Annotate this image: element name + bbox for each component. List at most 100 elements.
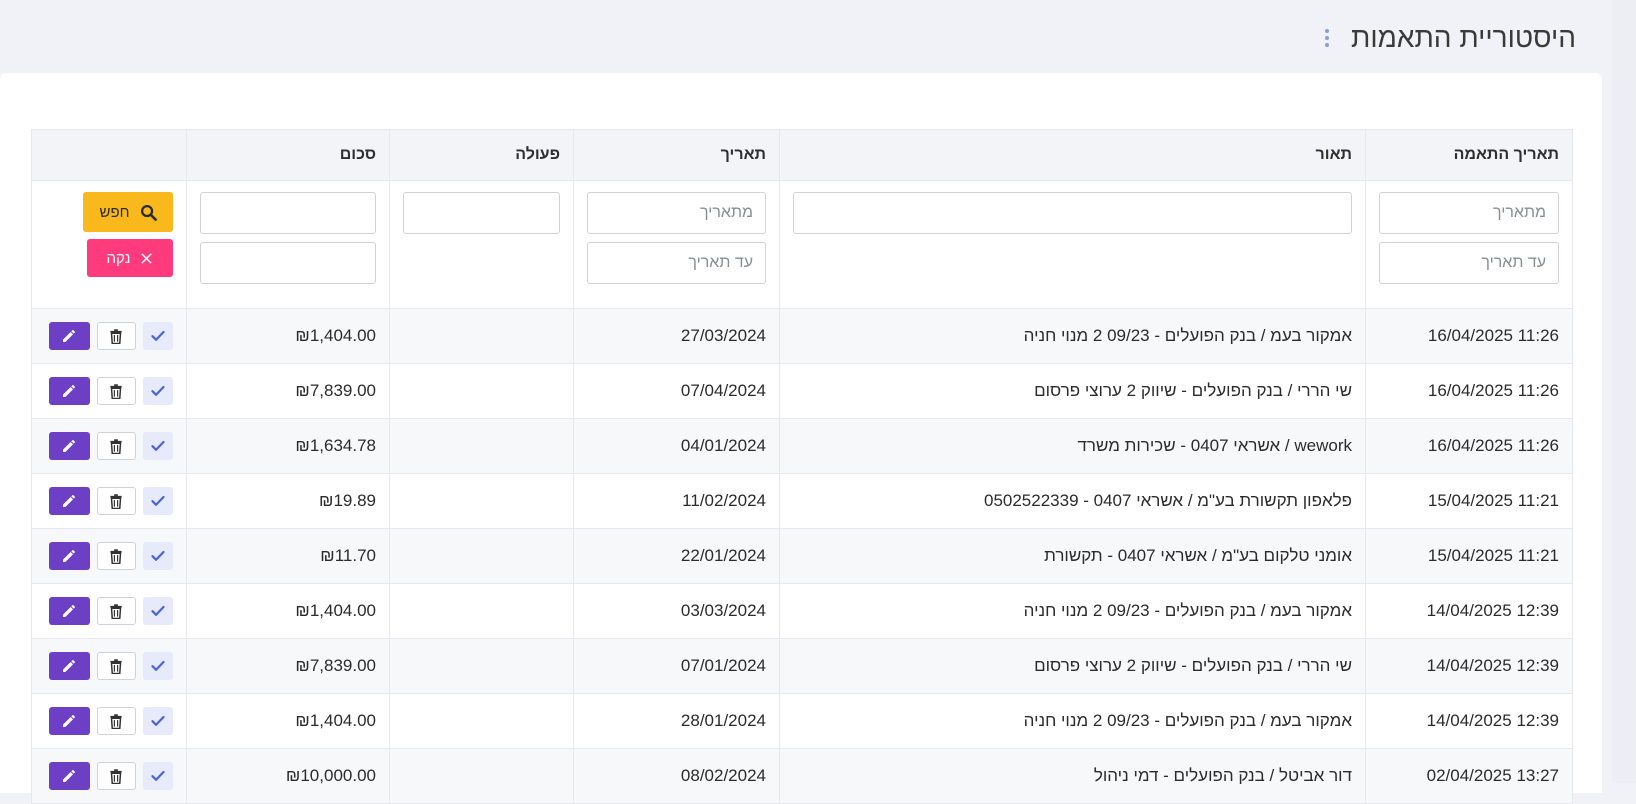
table-row[interactable]: 12:39 14/04/2025 אמקור בעמ / בנק הפועלים…: [31, 693, 1573, 749]
confirm-button[interactable]: [143, 652, 173, 680]
table-row[interactable]: 11:26 16/04/2025 wework / אשראי 0407 - ש…: [31, 418, 1573, 474]
delete-button[interactable]: [96, 597, 137, 625]
trash-icon: [110, 658, 123, 674]
edit-button[interactable]: [49, 542, 90, 570]
confirm-button[interactable]: [143, 432, 173, 460]
edit-button[interactable]: [49, 432, 90, 460]
cell-row-actions: [31, 528, 187, 584]
amount-to-input[interactable]: [200, 242, 376, 284]
match-date-to-input[interactable]: [1379, 242, 1559, 284]
cell-date: 27/03/2024: [573, 308, 780, 364]
action-filter-input[interactable]: [403, 192, 560, 234]
confirm-button[interactable]: [143, 707, 173, 735]
confirm-button[interactable]: [143, 377, 173, 405]
delete-button[interactable]: [96, 322, 137, 350]
match-date-from-input[interactable]: [1379, 192, 1559, 234]
delete-button[interactable]: [96, 707, 137, 735]
cell-description: שי הררי / בנק הפועלים - שיווק 2 ערוצי פר…: [779, 363, 1366, 419]
cell-description: דור אביטל / בנק הפועלים - דמי ניהול: [779, 748, 1366, 804]
date-from-input[interactable]: [587, 192, 766, 234]
cell-action: [389, 638, 574, 694]
table-body: 11:26 16/04/2025 אמקור בעמ / בנק הפועלים…: [31, 308, 1573, 804]
cell-action: [389, 528, 574, 584]
matches-table-wrapper: תאריך התאמה תאור תאריך פעולה סכום מתאריך…: [31, 129, 1573, 804]
column-header-action[interactable]: פעולה: [389, 129, 574, 181]
cell-row-actions: [31, 418, 187, 474]
table-row[interactable]: 11:26 16/04/2025 אמקור בעמ / בנק הפועלים…: [31, 308, 1573, 364]
trash-icon: [110, 548, 123, 564]
amount-from-input[interactable]: [200, 192, 376, 234]
content-card: תאריך התאמה תאור תאריך פעולה סכום מתאריך…: [0, 73, 1602, 804]
delete-button[interactable]: [96, 542, 137, 570]
pencil-icon: [63, 330, 76, 342]
confirm-button[interactable]: [143, 597, 173, 625]
filter-description: [779, 180, 1366, 309]
cell-date: 22/01/2024: [573, 528, 780, 584]
search-icon: [140, 204, 157, 221]
cell-action: [389, 418, 574, 474]
cell-amount: ₪1,404.00: [186, 308, 390, 364]
cell-amount: ₪10,000.00: [186, 748, 390, 804]
check-icon: [151, 660, 165, 671]
column-header-match-date[interactable]: תאריך התאמה: [1365, 129, 1573, 181]
column-header-actions: [31, 129, 187, 181]
confirm-button[interactable]: [143, 542, 173, 570]
scrollbar-track[interactable]: [1612, 0, 1636, 783]
table-row[interactable]: 11:21 15/04/2025 אומני טלקום בע"מ / אשרא…: [31, 528, 1573, 584]
edit-button[interactable]: [49, 377, 90, 405]
edit-button[interactable]: [49, 762, 90, 790]
cell-row-actions: [31, 308, 187, 364]
confirm-button[interactable]: [143, 487, 173, 515]
cell-description: אמקור בעמ / בנק הפועלים - 09/23 2 מנוי ח…: [779, 583, 1366, 639]
filter-match-date: [1365, 180, 1573, 309]
cell-date: 03/03/2024: [573, 583, 780, 639]
cell-action: [389, 363, 574, 419]
filter-date: [573, 180, 780, 309]
column-header-description[interactable]: תאור: [779, 129, 1366, 181]
cell-action: [389, 308, 574, 364]
table-header-row: תאריך התאמה תאור תאריך פעולה סכום: [31, 129, 1573, 181]
cell-row-actions: [31, 748, 187, 804]
delete-button[interactable]: [96, 432, 137, 460]
page-header: היסטוריית התאמות: [1321, 18, 1576, 58]
edit-button[interactable]: [49, 322, 90, 350]
column-header-amount[interactable]: סכום: [186, 129, 390, 181]
edit-button[interactable]: [49, 487, 90, 515]
edit-button[interactable]: [49, 707, 90, 735]
table-row[interactable]: 12:39 14/04/2025 אמקור בעמ / בנק הפועלים…: [31, 583, 1573, 639]
confirm-button[interactable]: [143, 762, 173, 790]
cell-match-date: 11:26 16/04/2025: [1365, 308, 1573, 364]
table-row[interactable]: 11:26 16/04/2025 שי הררי / בנק הפועלים -…: [31, 363, 1573, 419]
check-icon: [151, 770, 165, 781]
cell-amount: ₪1,404.00: [186, 583, 390, 639]
delete-button[interactable]: [96, 762, 137, 790]
close-icon: [141, 252, 153, 264]
edit-button[interactable]: [49, 652, 90, 680]
table-row[interactable]: 13:27 02/04/2025 דור אביטל / בנק הפועלים…: [31, 748, 1573, 804]
trash-icon: [110, 438, 123, 454]
check-icon: [151, 495, 165, 506]
confirm-button[interactable]: [143, 322, 173, 350]
delete-button[interactable]: [96, 652, 137, 680]
date-to-input[interactable]: [587, 242, 766, 284]
trash-icon: [110, 768, 123, 784]
trash-icon: [110, 493, 123, 509]
table-row[interactable]: 11:21 15/04/2025 פלאפון תקשורת בע"מ / אש…: [31, 473, 1573, 529]
cell-row-actions: [31, 638, 187, 694]
cell-row-actions: [31, 583, 187, 639]
cell-action: [389, 748, 574, 804]
search-button[interactable]: חפש: [83, 192, 173, 232]
edit-button[interactable]: [49, 597, 90, 625]
description-filter-input[interactable]: [793, 192, 1352, 234]
kebab-menu-icon[interactable]: [1321, 25, 1333, 51]
column-header-date[interactable]: תאריך: [573, 129, 780, 181]
clear-button[interactable]: נקה: [87, 239, 173, 277]
delete-button[interactable]: [96, 377, 137, 405]
cell-match-date: 11:26 16/04/2025: [1365, 363, 1573, 419]
cell-description: אומני טלקום בע"מ / אשראי 0407 - תקשורת: [779, 528, 1366, 584]
table-row[interactable]: 12:39 14/04/2025 שי הררי / בנק הפועלים -…: [31, 638, 1573, 694]
cell-match-date: 12:39 14/04/2025: [1365, 583, 1573, 639]
pencil-icon: [63, 495, 76, 507]
cell-description: פלאפון תקשורת בע"מ / אשראי 0407 - 050252…: [779, 473, 1366, 529]
delete-button[interactable]: [96, 487, 137, 515]
